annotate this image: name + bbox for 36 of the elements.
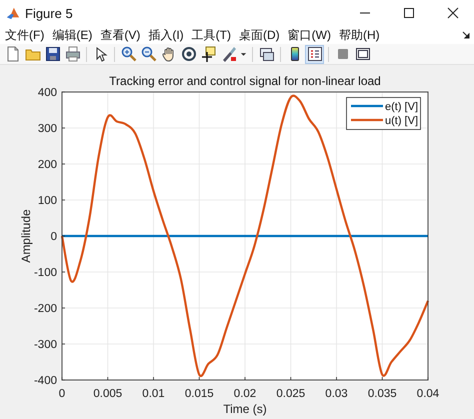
close-icon[interactable]	[447, 7, 459, 19]
menu-item[interactable]: 插入(I)	[147, 26, 185, 44]
tick-label: 0.015	[184, 388, 214, 400]
tick-label: 200	[38, 159, 57, 171]
menu-item[interactable]: 工具(T)	[190, 26, 232, 44]
dock-arrow-icon[interactable]	[462, 31, 470, 39]
tick-label: 0.02	[234, 388, 256, 400]
tick-label: 0.025	[276, 388, 306, 400]
tick-label: -100	[34, 267, 57, 279]
axis-label: Amplitude	[19, 209, 33, 263]
menu-item[interactable]: 编辑(E)	[51, 26, 94, 44]
tick-label: 300	[38, 123, 57, 135]
tick-label: 0.005	[93, 388, 122, 400]
tick-label: 0.035	[368, 388, 397, 400]
tick-label: 100	[38, 195, 57, 207]
tick-label: 0.03	[325, 388, 348, 400]
tick-label: 0	[50, 231, 57, 243]
tick-label: 0.04	[416, 388, 440, 400]
tick-label: -200	[34, 303, 57, 315]
legend-label: u(t) [V]	[385, 115, 418, 127]
tick-label: 0.01	[142, 388, 165, 400]
window-title: Figure 5	[25, 6, 74, 20]
chart-title: Tracking error and control signal for non-linear load	[109, 74, 381, 88]
menu-item[interactable]: 文件(F)	[4, 26, 46, 44]
tick-label: -400	[34, 375, 57, 387]
menu-item[interactable]: 桌面(D)	[238, 26, 281, 44]
menu-item[interactable]: 窗口(W)	[286, 26, 332, 44]
menu-item[interactable]: 查看(V)	[99, 26, 142, 44]
menu-item[interactable]: 帮助(H)	[338, 26, 381, 44]
tick-label: 400	[38, 87, 57, 99]
legend-label: e(t) [V]	[385, 101, 418, 113]
tick-label: -300	[34, 339, 57, 351]
tick-label: 0	[58, 388, 66, 400]
axis-label: Time (s)	[223, 402, 267, 416]
app-icon	[6, 6, 20, 20]
maximize-icon[interactable]	[403, 7, 415, 19]
